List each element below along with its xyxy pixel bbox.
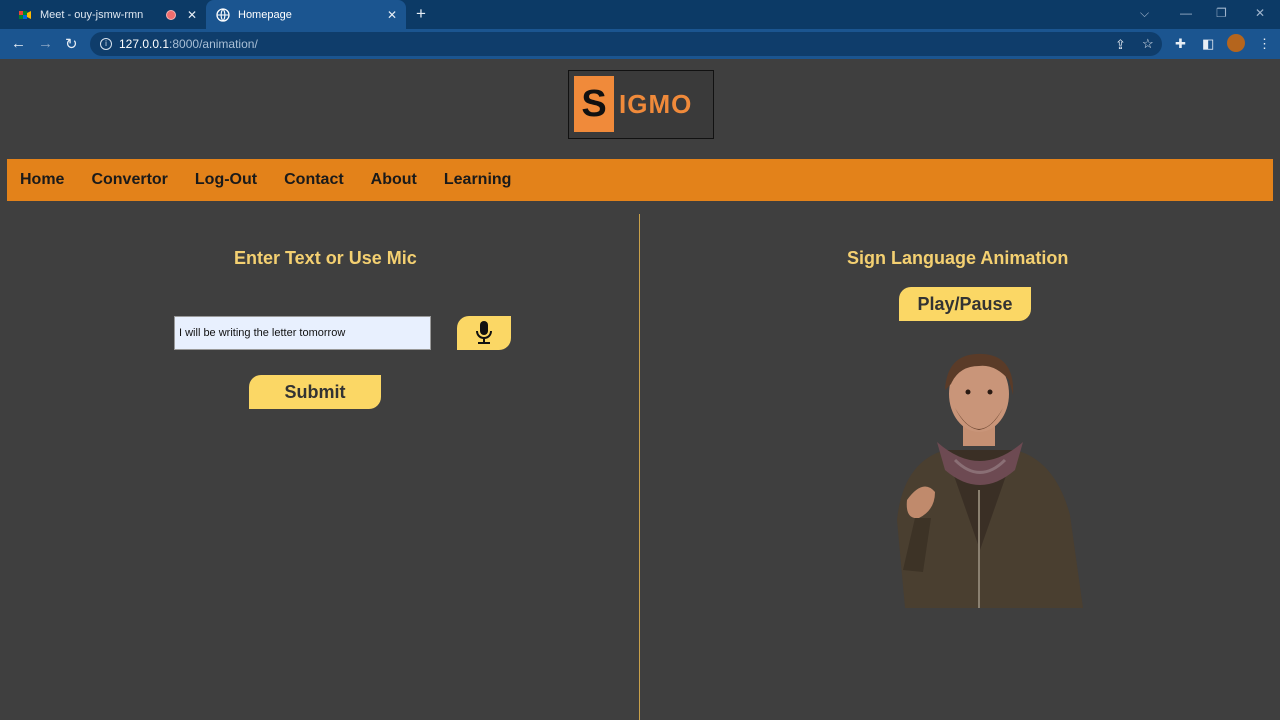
extensions-icon[interactable]: ✚ bbox=[1175, 36, 1186, 52]
menu-dots-icon[interactable]: ⋮ bbox=[1258, 36, 1271, 52]
recording-indicator-icon bbox=[166, 9, 176, 20]
submit-button[interactable]: Submit bbox=[249, 375, 381, 409]
nav-about[interactable]: About bbox=[371, 171, 417, 189]
logo-text: IGMO bbox=[619, 89, 693, 119]
share-icon[interactable]: ⇪ bbox=[1115, 37, 1126, 53]
close-tab-icon[interactable]: ✕ bbox=[384, 8, 400, 22]
tab-meet[interactable]: Meet - ouy-jsmw-rmn ✕ bbox=[8, 0, 206, 29]
url-text[interactable]: 127.0.0.1:8000/animation/ bbox=[119, 37, 258, 51]
sigmo-logo: S IGMO bbox=[568, 70, 714, 139]
browser-tabstrip: Meet - ouy-jsmw-rmn ✕ Homepage ✕ + ⌵ — ❐… bbox=[0, 0, 1280, 29]
url-host: 127.0.0.1 bbox=[119, 37, 170, 51]
nav-contact[interactable]: Contact bbox=[284, 171, 344, 189]
nav-home[interactable]: Home bbox=[20, 171, 64, 189]
tab-search-icon[interactable]: ⌵ bbox=[1140, 6, 1149, 21]
main-nav: Home Convertor Log-Out Contact About Lea… bbox=[7, 159, 1273, 201]
close-tab-icon[interactable]: ✕ bbox=[184, 8, 200, 22]
site-info-icon[interactable]: i bbox=[100, 38, 112, 50]
profile-avatar[interactable] bbox=[1227, 34, 1245, 52]
logo-letter: S bbox=[574, 76, 614, 132]
forward-icon[interactable]: → bbox=[38, 35, 53, 52]
address-bar[interactable]: i 127.0.0.1:8000/animation/ ⇪ ☆ bbox=[90, 32, 1162, 56]
minimize-icon[interactable]: — bbox=[1180, 6, 1192, 20]
reload-icon[interactable]: ↻ bbox=[65, 35, 78, 53]
tab-homepage[interactable]: Homepage ✕ bbox=[206, 0, 406, 29]
left-panel-heading: Enter Text or Use Mic bbox=[234, 248, 417, 268]
new-tab-icon[interactable]: + bbox=[416, 4, 426, 24]
panel-divider bbox=[639, 214, 640, 720]
globe-icon bbox=[216, 7, 230, 22]
sign-language-avatar-video[interactable] bbox=[875, 350, 1085, 608]
close-window-icon[interactable]: ✕ bbox=[1255, 6, 1265, 20]
side-panel-icon[interactable]: ◧ bbox=[1202, 36, 1214, 52]
bookmark-star-icon[interactable]: ☆ bbox=[1142, 36, 1154, 52]
browser-toolbar: ← → ↻ i 127.0.0.1:8000/animation/ ⇪ ☆ ✚ … bbox=[0, 29, 1280, 59]
tab-title: Meet - ouy-jsmw-rmn bbox=[40, 8, 144, 21]
nav-convertor[interactable]: Convertor bbox=[91, 171, 167, 189]
maximize-icon[interactable]: ❐ bbox=[1216, 6, 1227, 20]
microphone-icon bbox=[476, 321, 492, 344]
right-panel-heading: Sign Language Animation bbox=[847, 248, 1069, 268]
play-pause-button[interactable]: Play/Pause bbox=[899, 287, 1031, 321]
meet-icon bbox=[19, 10, 31, 19]
nav-learning[interactable]: Learning bbox=[444, 171, 512, 189]
nav-logout[interactable]: Log-Out bbox=[195, 171, 257, 189]
url-path: :8000/animation/ bbox=[169, 37, 258, 51]
mic-button[interactable] bbox=[457, 316, 511, 350]
back-icon[interactable]: ← bbox=[11, 35, 26, 52]
text-input[interactable] bbox=[174, 316, 431, 350]
tab-title: Homepage bbox=[238, 8, 292, 21]
